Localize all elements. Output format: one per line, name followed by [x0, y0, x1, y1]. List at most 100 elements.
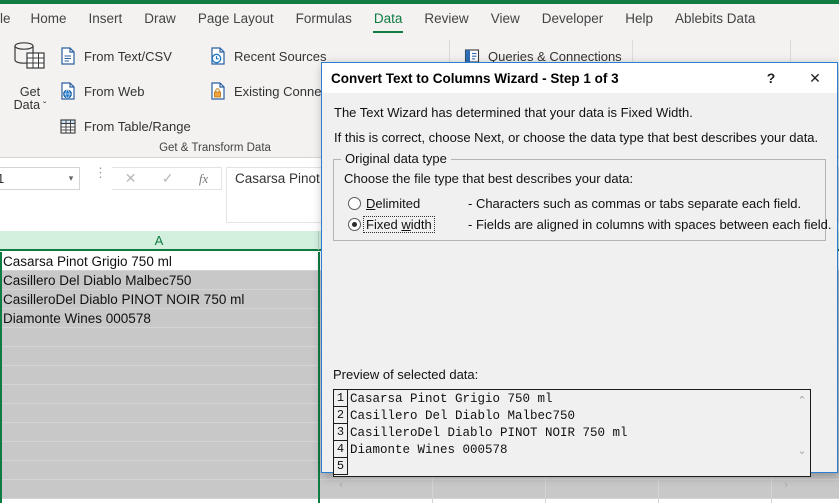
formula-bar-buttons: ✕ ✓ fx: [112, 167, 222, 190]
get-data-label-line1: Get: [19, 85, 41, 99]
accel-char: w: [401, 216, 411, 232]
ribbon-tab-home[interactable]: Home: [20, 7, 78, 31]
text-to-columns-wizard-dialog: Convert Text to Columns Wizard - Step 1 …: [321, 62, 838, 491]
cell-a9[interactable]: [0, 404, 319, 422]
radio-fixed-width-indicator[interactable]: [348, 217, 361, 231]
preview-line: 3 CasilleroDel Diablo PINOT NOIR 750 ml: [334, 424, 795, 441]
ribbon-tab-data[interactable]: Data: [363, 7, 414, 33]
preview-line-number: 1: [334, 390, 348, 407]
insert-function-icon[interactable]: fx: [199, 171, 208, 187]
dialog-body: The Text Wizard has determined that your…: [322, 93, 837, 491]
help-icon[interactable]: ?: [749, 63, 793, 93]
label-rest: elimited: [375, 195, 421, 211]
scroll-up-icon[interactable]: ⌃: [794, 392, 810, 408]
radio-fixed-width-label: Fixed width: [363, 215, 435, 233]
existing-connections-label: Existing Connect: [234, 83, 332, 99]
recent-sources-button[interactable]: Recent Sources: [208, 44, 333, 68]
from-web-label: From Web: [84, 83, 145, 99]
tab-label: Draw: [144, 11, 176, 26]
ribbon-tab-file[interactable]: le: [0, 7, 20, 31]
preview-line: 1 Casarsa Pinot Grigio 750 ml: [334, 390, 795, 407]
label-rest: idth: [410, 216, 432, 232]
preview-line-number: 5: [334, 458, 348, 475]
cell-a6[interactable]: [0, 347, 319, 365]
table-range-icon: [58, 116, 78, 136]
cell-a4[interactable]: Diamonte Wines 000578: [0, 309, 319, 327]
cancel-entry-icon[interactable]: ✕: [125, 170, 137, 187]
from-table-range-label: From Table/Range: [84, 118, 191, 134]
radio-delimited[interactable]: Delimited: [348, 194, 422, 212]
cell-a11[interactable]: [0, 442, 319, 460]
tab-label: View: [490, 11, 520, 26]
cell-a8[interactable]: [0, 385, 319, 403]
tab-label: Review: [424, 11, 469, 26]
recent-sources-clock-icon: [208, 46, 228, 66]
cell-a3[interactable]: CasilleroDel Diablo PINOT NOIR 750 ml: [0, 290, 319, 308]
cell-a12[interactable]: [0, 461, 319, 479]
name-box[interactable]: 1 ▾: [0, 167, 80, 190]
ribbon-tab-draw[interactable]: Draw: [133, 7, 187, 31]
database-table-icon: [10, 42, 50, 82]
formula-bar-grip[interactable]: ⋮: [94, 166, 107, 179]
close-icon[interactable]: ✕: [793, 63, 837, 93]
preview-vertical-scrollbar[interactable]: ⌃ ⌄: [794, 390, 810, 476]
selection-border-right: [318, 252, 320, 503]
ribbon-tab-ablebits-data[interactable]: Ablebits Data: [664, 7, 766, 31]
existing-connections-icon: [208, 81, 228, 101]
ribbon-tab-page-layout[interactable]: Page Layout: [187, 7, 285, 31]
ribbon-tab-help[interactable]: Help: [614, 7, 664, 31]
cell-a2[interactable]: Casillero Del Diablo Malbec750: [0, 271, 319, 289]
text-csv-file-icon: [58, 46, 78, 66]
tab-label: Help: [625, 11, 654, 26]
cell-a10[interactable]: [0, 423, 319, 441]
ribbon-tab-review[interactable]: Review: [413, 7, 479, 31]
chevron-down-icon[interactable]: ˇ: [43, 101, 46, 112]
preview-lines: 1 Casarsa Pinot Grigio 750 ml 2 Casillero …: [334, 390, 795, 475]
from-table-range-button[interactable]: From Table/Range: [58, 114, 197, 138]
tab-label: Page Layout: [197, 11, 274, 26]
preview-line-text: Casarsa Pinot Grigio 750 ml: [350, 391, 553, 406]
dialog-title: Convert Text to Columns Wizard - Step 1 …: [331, 70, 619, 86]
preview-label: Preview of selected data:: [333, 367, 479, 382]
tab-label: Developer: [541, 11, 604, 26]
tab-label: Insert: [88, 11, 123, 26]
file-type-prompt: Choose the file type that best describes…: [344, 171, 634, 186]
cell-a5[interactable]: [0, 328, 319, 346]
intro-line-1: The Text Wizard has determined that your…: [334, 105, 693, 120]
tab-label: le: [0, 11, 11, 26]
ribbon-tab-view[interactable]: View: [480, 7, 531, 31]
existing-connections-button[interactable]: Existing Connect: [208, 79, 338, 103]
tab-label: Data: [373, 11, 403, 26]
scroll-left-icon[interactable]: ‹: [333, 477, 349, 493]
cell-a1[interactable]: Casarsa Pinot Grigio 750 ml: [0, 252, 319, 270]
preview-line-number: 4: [334, 441, 348, 458]
get-data-button[interactable]: Get Data ˇ: [2, 38, 58, 112]
column-header-a[interactable]: A: [0, 231, 319, 250]
radio-fixed-width[interactable]: Fixed width: [348, 215, 435, 233]
cell-a13[interactable]: [0, 480, 319, 498]
preview-line: 5: [334, 458, 795, 475]
get-data-label-line2: Data: [13, 98, 41, 112]
selection-border-left: [0, 252, 2, 503]
web-globe-file-icon: [58, 81, 78, 101]
scroll-right-icon[interactable]: ›: [778, 477, 794, 493]
from-web-button[interactable]: From Web: [58, 79, 150, 103]
preview-pane[interactable]: 1 Casarsa Pinot Grigio 750 ml 2 Casillero …: [333, 389, 811, 477]
radio-delimited-indicator[interactable]: [348, 196, 361, 210]
cell-a7[interactable]: [0, 366, 319, 384]
tab-label: Formulas: [295, 11, 352, 26]
chevron-down-icon[interactable]: ▾: [63, 173, 79, 184]
radio-delimited-description: - Characters such as commas or tabs sepa…: [468, 196, 802, 211]
from-text-csv-button[interactable]: From Text/CSV: [58, 44, 178, 68]
scroll-down-icon[interactable]: ⌄: [794, 442, 810, 458]
recent-sources-label: Recent Sources: [234, 48, 327, 64]
preview-line-text: Casillero Del Diablo Malbec750: [350, 408, 576, 423]
enter-entry-icon[interactable]: ✓: [162, 170, 174, 187]
dialog-title-bar[interactable]: Convert Text to Columns Wizard - Step 1 …: [322, 63, 837, 93]
ribbon-tab-formulas[interactable]: Formulas: [285, 7, 363, 31]
ribbon-tab-insert[interactable]: Insert: [78, 7, 134, 31]
preview-line: 2 Casillero Del Diablo Malbec750: [334, 407, 795, 424]
preview-horizontal-scrollbar[interactable]: ‹ ›: [333, 477, 811, 493]
ribbon-tab-developer[interactable]: Developer: [531, 7, 615, 31]
intro-line-2: If this is correct, choose Next, or choo…: [334, 130, 819, 145]
